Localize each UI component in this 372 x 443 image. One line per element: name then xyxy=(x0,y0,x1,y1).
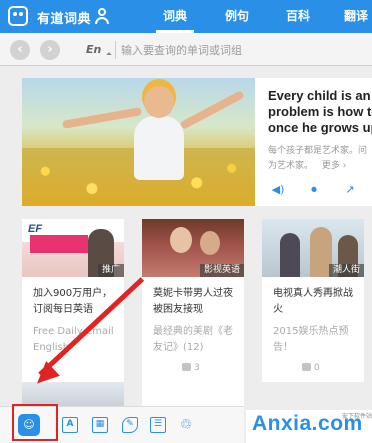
tab-translate[interactable]: 翻译 xyxy=(340,0,372,33)
card-trend-street[interactable]: 潮人街 电视真人秀再掀战火 2015娱乐热点预告！ 0 xyxy=(262,219,364,382)
headline-line: once he grows up xyxy=(268,120,372,135)
highlight-box xyxy=(12,404,58,441)
search-bar: ‹ › En xyxy=(0,33,372,66)
card-partial[interactable] xyxy=(142,382,244,406)
feature-headline: Every child is an a problem is how to on… xyxy=(268,88,372,136)
speaker-icon[interactable]: ◀) xyxy=(270,182,286,198)
card-desc: 最经典的美剧《老友记》(12) xyxy=(153,326,233,353)
search-input[interactable] xyxy=(121,40,372,60)
tab-dictionary[interactable]: 词典 xyxy=(156,0,194,33)
like-count-value: 0 xyxy=(314,363,320,373)
thumb-up-icon xyxy=(302,363,311,371)
watermark: Anxia.com 安下软件站 xyxy=(246,410,372,443)
like-count-value: 3 xyxy=(194,363,200,373)
daily-sentence-card[interactable]: Every child is an a problem is how to on… xyxy=(22,78,372,206)
card-icon[interactable]: ☰ xyxy=(150,417,166,433)
tab-encyclopedia[interactable]: 百科 xyxy=(282,0,314,33)
card-tag: 潮人街 xyxy=(328,264,364,277)
more-link[interactable]: 更多 › xyxy=(322,161,346,171)
language-selector[interactable]: En xyxy=(80,41,116,59)
recycle-icon[interactable]: ♲ xyxy=(178,417,194,433)
card-desc: 2015娱乐热点预告！ xyxy=(273,326,349,353)
card-tag: 推广 xyxy=(97,264,124,277)
feature-actions: ◀) ⏺ ↗ xyxy=(268,182,372,198)
share-icon[interactable]: ↗ xyxy=(342,182,358,198)
summary-line: 为艺术家。 xyxy=(268,161,314,171)
card-ef-promo[interactable]: EF 推广 加入900万用户，订阅每日英语 Free Daily Email E… xyxy=(22,219,124,382)
microphone-icon[interactable]: ⏺ xyxy=(306,182,322,198)
feature-summary: 每个孩子都是艺术家。问 为艺术家。 更多 › xyxy=(268,144,372,174)
top-bar: 有道词典 词典 例句 百科 翻译 xyxy=(0,0,372,33)
watermark-sub: 安下软件站 xyxy=(341,413,372,420)
picture-icon[interactable]: ▦ xyxy=(92,417,108,433)
app-logo-icon xyxy=(8,6,28,26)
card-movie-english[interactable]: 影视英语 莫妮卡带男人过夜被困友接现 最经典的美剧《老友记》(12) 3 xyxy=(142,219,244,382)
card-tag: 影视英语 xyxy=(199,264,244,277)
card-partial[interactable] xyxy=(22,382,124,406)
feature-photo xyxy=(22,78,255,206)
headline-line: problem is how to xyxy=(268,104,372,119)
thumb-up-icon xyxy=(182,363,191,371)
card-title: 莫妮卡带男人过夜被困友接现 xyxy=(153,288,233,315)
note-icon[interactable]: ✎ xyxy=(122,417,138,433)
card-title: 电视真人秀再掀战火 xyxy=(273,288,353,315)
card-image: EF 推广 xyxy=(22,219,124,277)
right-arrow-icon[interactable]: › xyxy=(40,40,60,60)
summary-line: 每个孩子都是艺术家。问 xyxy=(268,146,368,156)
left-arrow-icon[interactable]: ‹ xyxy=(10,40,30,60)
tab-examples[interactable]: 例句 xyxy=(221,0,253,33)
app-name: 有道词典 xyxy=(37,12,92,27)
ef-logo: EF xyxy=(28,223,43,235)
like-count[interactable]: 3 xyxy=(182,363,200,373)
card-image: 影视英语 xyxy=(142,219,244,277)
word-book-icon[interactable]: A xyxy=(62,417,78,433)
headline-line: Every child is an a xyxy=(268,88,372,103)
card-image: 潮人街 xyxy=(262,219,364,277)
like-count[interactable]: 0 xyxy=(302,363,320,373)
user-icon[interactable] xyxy=(95,8,109,24)
